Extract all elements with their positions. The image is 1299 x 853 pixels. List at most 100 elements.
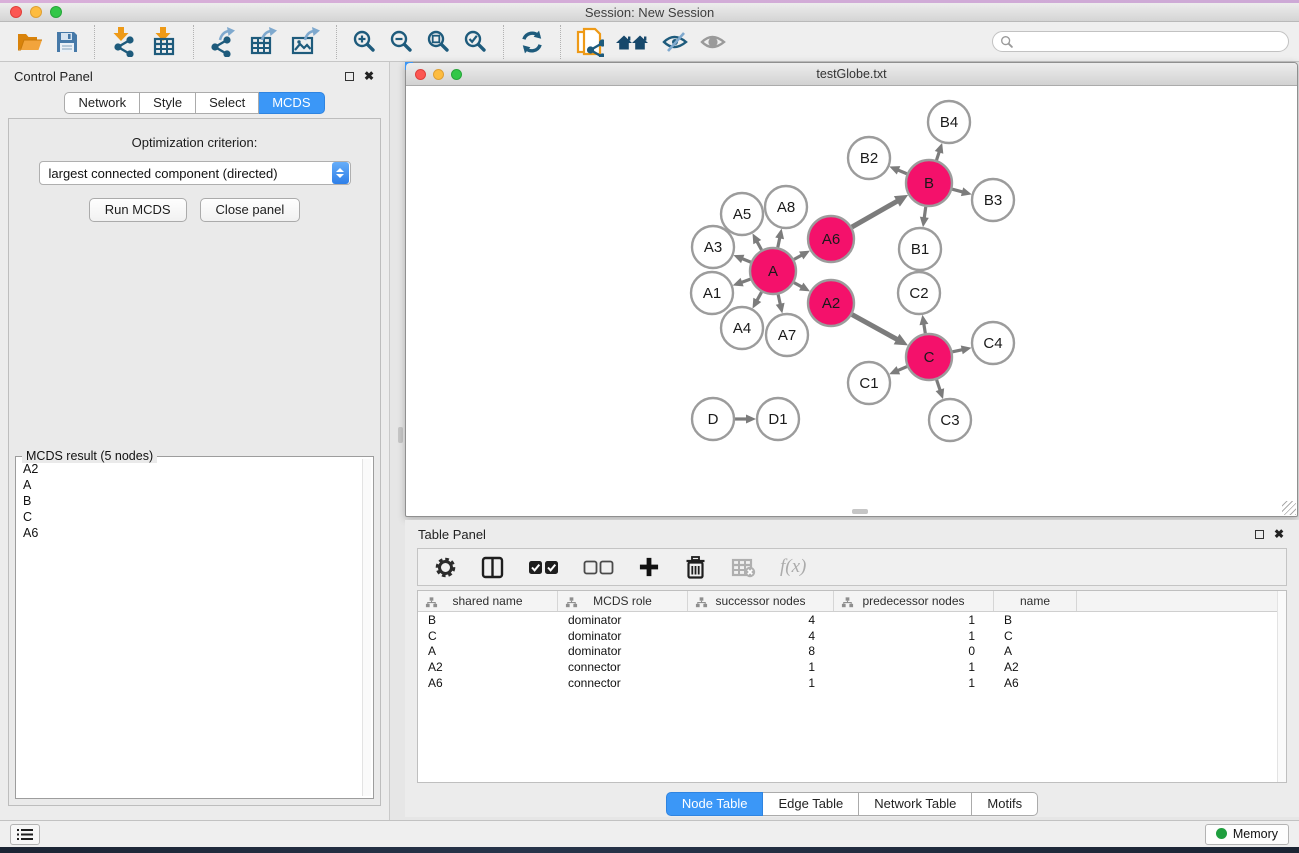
node-A8[interactable]: A8 [765,186,807,228]
node-C4[interactable]: C4 [972,322,1014,364]
table-cell[interactable]: dominator [558,644,688,660]
desktop-vscroll-thumb[interactable] [398,427,403,443]
task-history-button[interactable] [10,824,40,845]
node-B[interactable]: B [906,160,952,206]
table-cell[interactable]: 1 [834,628,994,644]
delete-table-button[interactable] [731,557,756,578]
table-cell[interactable]: 8 [688,644,834,660]
column-header-shared-name[interactable]: shared name [418,591,558,611]
node-A1[interactable]: A1 [691,272,733,314]
table-tab-motifs[interactable]: Motifs [972,792,1038,816]
close-mcds-panel-button[interactable]: Close panel [200,198,301,222]
node-A4[interactable]: A4 [721,307,763,349]
import-table-button[interactable] [144,25,184,59]
node-D[interactable]: D [692,398,734,440]
edge-A-A4[interactable] [753,292,762,309]
table-cell[interactable]: C [418,628,558,644]
open-session-button[interactable] [10,29,49,55]
network-window[interactable]: testGlobe.txt B4B2BB3A5A8A6A3B1AA1A2C2A4… [405,62,1298,517]
network-window-titlebar[interactable]: testGlobe.txt [406,63,1297,86]
column-header-predecessor-nodes[interactable]: predecessor nodes [834,591,994,611]
table-settings-button[interactable] [434,556,457,579]
resize-grip[interactable] [1282,501,1296,515]
table-cell[interactable]: dominator [558,628,688,644]
edge-A-A7[interactable] [776,294,785,313]
edge-C-C4[interactable] [952,345,971,354]
zoom-fit-button[interactable] [420,27,457,56]
node-C2[interactable]: C2 [898,272,940,314]
edge-A-A2[interactable] [794,283,810,292]
mcds-result-item[interactable]: C [20,509,361,525]
zoom-selected-button[interactable] [457,27,494,56]
node-A[interactable]: A [750,248,796,294]
home-view-button[interactable] [610,29,656,55]
tab-network[interactable]: Network [64,92,140,114]
table-row[interactable]: Adominator80A [418,644,1286,660]
edge-B-B4[interactable] [935,143,944,160]
import-network-button[interactable] [104,25,144,59]
optimization-select[interactable]: largest connected component (directed) [39,161,351,185]
export-network-button[interactable] [203,25,243,59]
network-hscroll-thumb[interactable] [852,509,868,514]
table-cell[interactable]: B [994,612,1077,628]
edge-A-A6[interactable] [794,251,810,260]
table-cell[interactable]: 1 [834,675,994,691]
apply-layout-button[interactable] [513,27,551,57]
node-A7[interactable]: A7 [766,314,808,356]
edge-A2-C[interactable] [852,315,908,346]
table-cell[interactable]: 4 [688,628,834,644]
show-panels-button[interactable] [694,30,732,54]
network-from-file-button[interactable] [570,25,610,59]
save-session-button[interactable] [49,28,85,56]
node-D1[interactable]: D1 [757,398,799,440]
export-table-button[interactable] [243,25,285,59]
edge-A-A8[interactable] [775,229,784,248]
edge-A-A5[interactable] [753,233,762,250]
mcds-result-item[interactable]: A6 [20,525,361,541]
table-cell[interactable]: 1 [834,612,994,628]
network-canvas[interactable]: B4B2BB3A5A8A6A3B1AA1A2C2A4A7CC4C1C3DD1 [407,87,1296,515]
edge-C-C2[interactable] [919,315,928,334]
tab-mcds[interactable]: MCDS [259,92,324,114]
run-mcds-button[interactable]: Run MCDS [89,198,187,222]
table-cell[interactable]: A [418,644,558,660]
result-scrollbar[interactable] [362,459,371,796]
select-all-columns-button[interactable] [528,560,559,575]
zoom-in-button[interactable] [346,27,383,56]
table-row[interactable]: Cdominator41C [418,628,1286,644]
table-cell[interactable]: B [418,612,558,628]
search-input[interactable] [1017,35,1281,49]
mcds-result-item[interactable]: B [20,493,361,509]
edge-C-C1[interactable] [889,366,907,374]
node-A5[interactable]: A5 [721,193,763,235]
column-header-name[interactable]: name [994,591,1077,611]
function-builder-button[interactable]: f(x) [780,556,806,578]
table-cell[interactable]: C [994,628,1077,644]
app-titlebar[interactable]: Session: New Session [0,3,1299,22]
table-cell[interactable]: 1 [688,675,834,691]
column-header-successor-nodes[interactable]: successor nodes [688,591,834,611]
edge-B-B2[interactable] [889,166,907,174]
node-A3[interactable]: A3 [692,226,734,268]
edge-B-B1[interactable] [920,207,929,227]
edge-B-B3[interactable] [952,187,972,196]
table-cell[interactable]: connector [558,659,688,675]
table-cell[interactable]: 4 [688,612,834,628]
table-row[interactable]: A6connector11A6 [418,675,1286,691]
float-table-panel-button[interactable] [1249,525,1269,543]
table-scrollbar[interactable] [1277,591,1286,782]
node-B4[interactable]: B4 [928,101,970,143]
tab-style[interactable]: Style [140,92,196,114]
close-table-panel-button[interactable]: ✖ [1269,525,1289,543]
edge-A-A3[interactable] [733,255,750,263]
node-B2[interactable]: B2 [848,137,890,179]
mcds-result-item[interactable]: A2 [20,461,361,477]
table-tab-edge-table[interactable]: Edge Table [763,792,859,816]
mcds-result-item[interactable]: A [20,477,361,493]
table-cell[interactable]: dominator [558,612,688,628]
edge-A-A1[interactable] [733,278,751,286]
zoom-out-button[interactable] [383,27,420,56]
table-tab-network-table[interactable]: Network Table [859,792,972,816]
toggle-column-panel-button[interactable] [481,556,504,579]
tab-select[interactable]: Select [196,92,259,114]
